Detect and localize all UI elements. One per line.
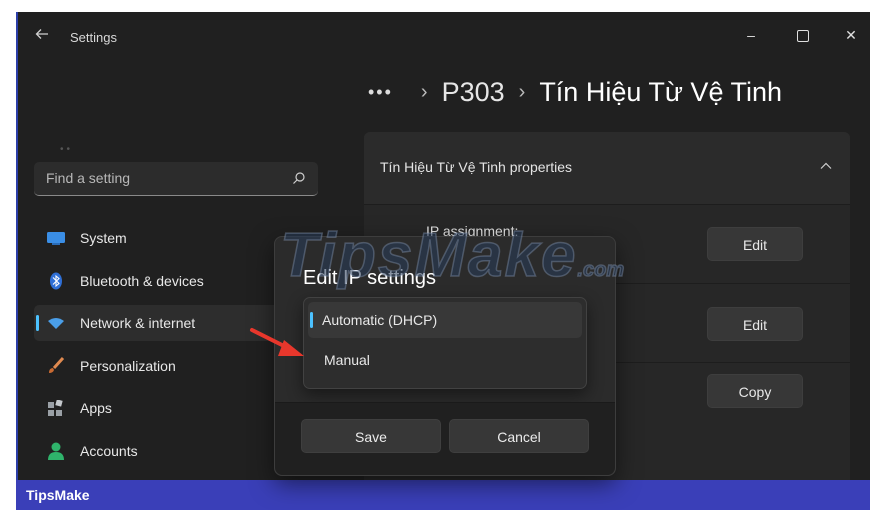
- option-label: Manual: [324, 352, 370, 368]
- option-label: Automatic (DHCP): [322, 312, 438, 328]
- properties-title: Tín Hiệu Từ Vệ Tinh properties: [380, 159, 572, 175]
- monitor-icon: [46, 228, 66, 248]
- properties-header[interactable]: Tín Hiệu Từ Vệ Tinh properties: [364, 132, 850, 204]
- selection-indicator: [310, 312, 313, 328]
- sidebar-item-label: System: [80, 230, 127, 246]
- option-manual[interactable]: Manual: [308, 342, 582, 378]
- sidebar-item-label: Bluetooth & devices: [80, 272, 204, 289]
- apps-icon: [46, 398, 66, 418]
- cancel-button[interactable]: Cancel: [449, 419, 589, 453]
- sidebar-nav: System Bluetooth & devices Network & int…: [34, 220, 284, 475]
- sidebar-item-personalization[interactable]: Personalization: [34, 348, 284, 384]
- breadcrumb-more-button[interactable]: •••: [368, 82, 393, 103]
- brand-label: TipsMake: [26, 487, 90, 503]
- close-button[interactable]: ✕: [834, 22, 868, 48]
- chevron-up-icon: [820, 162, 832, 169]
- copy-button[interactable]: Copy: [707, 374, 803, 408]
- sidebar-item-accounts[interactable]: Accounts: [34, 433, 284, 469]
- avatar-placeholder: ••: [60, 144, 74, 155]
- search-box[interactable]: [34, 162, 318, 196]
- option-automatic-dhcp[interactable]: Automatic (DHCP): [308, 302, 582, 338]
- dns-edit-button[interactable]: Edit: [707, 307, 803, 341]
- dialog-footer: Save Cancel: [275, 402, 615, 475]
- brand-footer-bar: TipsMake: [16, 480, 870, 510]
- save-button[interactable]: Save: [301, 419, 441, 453]
- sidebar-item-network[interactable]: Network & internet: [34, 305, 284, 341]
- maximize-icon: [797, 30, 809, 43]
- page-title: Tín Hiệu Từ Vệ Tinh: [539, 76, 782, 107]
- wifi-icon: [46, 313, 66, 333]
- bluetooth-icon: [46, 271, 66, 291]
- selection-indicator: [36, 315, 39, 331]
- app-title: Settings: [70, 30, 117, 45]
- screenshot-frame: Settings – ✕ ••• › P303 › Tín Hiệu Từ Vệ…: [0, 0, 870, 510]
- sidebar-item-label: Accounts: [80, 442, 138, 459]
- search-input[interactable]: [46, 162, 276, 194]
- sidebar-item-apps[interactable]: Apps: [34, 390, 284, 426]
- search-icon: [293, 172, 305, 184]
- ip-mode-dropdown-menu: Automatic (DHCP) Manual: [303, 297, 587, 389]
- sidebar-item-label: Network & internet: [80, 315, 196, 331]
- minimize-button[interactable]: –: [734, 22, 768, 48]
- sidebar-item-bluetooth[interactable]: Bluetooth & devices: [34, 263, 284, 299]
- breadcrumb: ••• › P303 › Tín Hiệu Từ Vệ Tinh: [368, 72, 782, 112]
- red-arrow-annotation: [250, 328, 304, 356]
- person-icon: [46, 441, 66, 461]
- breadcrumb-separator: ›: [420, 80, 428, 103]
- breadcrumb-separator: ›: [518, 80, 526, 103]
- sidebar-item-system[interactable]: System: [34, 220, 284, 256]
- ip-assignment-edit-button[interactable]: Edit: [707, 227, 803, 261]
- dialog-title: Edit IP settings: [303, 267, 437, 289]
- edit-ip-dialog: Edit IP settings Automatic (DHCP) Manual…: [274, 236, 616, 476]
- back-button[interactable]: [32, 26, 52, 46]
- breadcrumb-item-p303[interactable]: P303: [442, 77, 505, 108]
- brush-icon: [46, 356, 66, 376]
- title-bar: Settings – ✕: [18, 12, 870, 60]
- arrow-left-icon: [35, 29, 48, 39]
- maximize-button[interactable]: [786, 22, 820, 48]
- sidebar-item-label: Personalization: [80, 357, 176, 374]
- sidebar-item-label: Apps: [80, 400, 112, 416]
